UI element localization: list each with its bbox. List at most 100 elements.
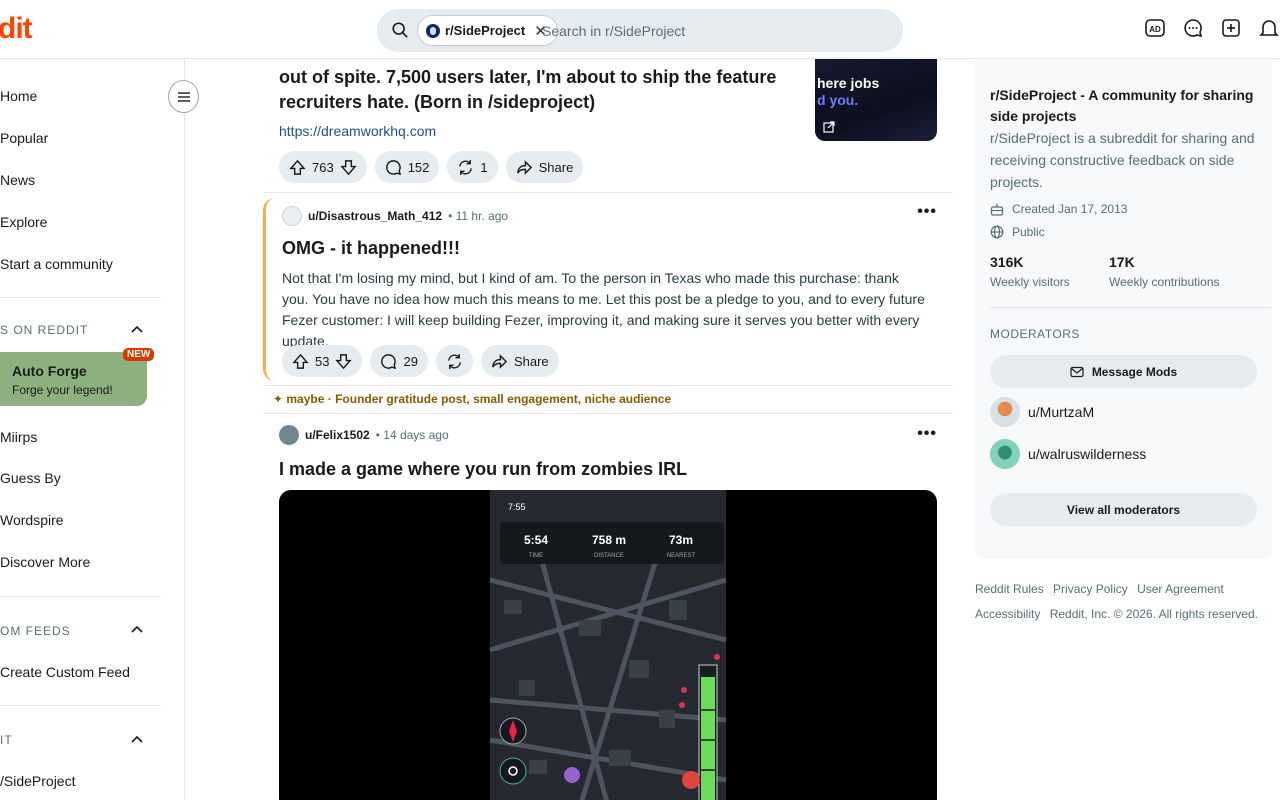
view-all-moderators-button[interactable]: View all moderators (990, 493, 1257, 526)
footer-link-privacy[interactable]: Privacy Policy (1053, 582, 1128, 596)
post-title[interactable]: out of spite. 7,500 users later, I'm abo… (279, 65, 809, 115)
downvote-icon[interactable] (340, 159, 357, 176)
created-date: Created Jan 17, 2013 (1012, 202, 1128, 216)
footer-link-accessibility[interactable]: Accessibility (975, 607, 1040, 621)
post-title[interactable]: OMG - it happened!!! (282, 238, 460, 259)
upvote-icon[interactable] (289, 159, 306, 176)
sidebar-divider (0, 705, 161, 706)
post-video[interactable]: 7:55 5:54 TIME 758 m DISTANCE 73m NEARES… (279, 490, 937, 800)
cake-icon (990, 203, 1004, 216)
avatar[interactable] (282, 206, 302, 226)
share-button[interactable]: Share (505, 151, 584, 183)
post-link[interactable]: https://dreamworkhq.com (279, 123, 436, 139)
downvote-icon[interactable] (335, 353, 353, 370)
view-all-label: View all moderators (1066, 502, 1181, 517)
vote-control: 763 (279, 151, 367, 183)
weekly-contributions-count: 17K (1109, 254, 1135, 270)
search-input[interactable] (542, 9, 882, 52)
sidebar-collapse-button[interactable] (168, 80, 199, 113)
card-divider (990, 307, 1272, 308)
share-button[interactable]: Share (480, 345, 559, 377)
moderator-name: u/walruswilderness (1028, 446, 1147, 462)
upvote-icon[interactable] (292, 353, 309, 370)
post-card-highlighted[interactable]: u/Disastrous_Math_412 • 11 hr. ago ••• O… (263, 198, 953, 381)
svg-text:AD: AD (1149, 25, 1161, 34)
subreddit-filter-chip[interactable]: r/SideProject ✕ (417, 15, 558, 46)
vote-control: 53 (282, 345, 363, 377)
thumbnail-text: here jobs d you. (817, 75, 880, 108)
sidebar-item-discover-more[interactable]: Discover More (0, 554, 90, 570)
top-bar: dit r/SideProject ✕ AD (0, 0, 1280, 59)
community-title: r/SideProject - A community for sharing … (990, 87, 1254, 124)
chevron-up-icon[interactable] (131, 625, 143, 633)
sidebar-item-game[interactable]: Miirps (0, 429, 37, 445)
avatar[interactable] (279, 425, 299, 445)
advertise-icon[interactable]: AD (1144, 17, 1166, 39)
footer-link-rules[interactable]: Reddit Rules (975, 582, 1044, 596)
community-description: r/SideProject is a subreddit for sharing… (990, 130, 1255, 190)
sidebar-item-start-community[interactable]: Start a community (0, 256, 113, 272)
create-post-icon[interactable] (1220, 17, 1242, 39)
moderator-item[interactable]: u/walruswilderness (990, 439, 1146, 469)
community-card: r/SideProject - A community for sharing … (975, 59, 1272, 559)
weekly-visitors-label: Weekly visitors (990, 275, 1070, 289)
reddit-logo[interactable]: dit (0, 12, 33, 46)
weekly-contributions-label: Weekly contributions (1109, 275, 1220, 289)
bell-icon[interactable] (1258, 17, 1280, 39)
sidebar-item-game[interactable]: Guess By (0, 470, 61, 486)
hud-nearest-value: 73m (669, 533, 693, 547)
comment-count: 29 (403, 353, 418, 369)
sidebar-item-create-feed[interactable]: Create Custom Feed (0, 664, 130, 680)
search-icon (392, 22, 408, 38)
sidebar-item-popular[interactable]: Popular (0, 130, 48, 146)
weekly-visitors-count: 316K (990, 254, 1024, 270)
sidebar-divider (0, 297, 161, 298)
post-title[interactable]: I made a game where you run from zombies… (279, 459, 687, 480)
comments-button[interactable]: 29 (370, 345, 428, 377)
post-divider (263, 385, 953, 386)
created-row: Created Jan 17, 2013 (990, 202, 1127, 216)
share-label: Share (513, 353, 549, 369)
sidebar-item-recent-sideproject[interactable]: /SideProject (0, 773, 75, 789)
message-mods-label: Message Mods (1091, 364, 1178, 379)
main-feed: out of spite. 7,500 users later, I'm abo… (263, 59, 953, 800)
post-author[interactable]: u/Felix1502 (305, 428, 370, 442)
share-icon (492, 353, 508, 369)
status-time: 7:55 (508, 502, 526, 512)
post-meta: u/Felix1502 • 14 days ago (279, 425, 449, 445)
post-time: • 14 days ago (375, 428, 449, 442)
crosspost-button[interactable]: 1 (447, 151, 498, 183)
video-frame: 7:55 5:54 TIME 758 m DISTANCE 73m NEARES… (489, 490, 727, 800)
hud-time-value: 5:54 (524, 533, 548, 547)
moderator-item[interactable]: u/MurtzaM (990, 397, 1094, 427)
avatar (990, 397, 1020, 427)
sidebar-item-home[interactable]: Home (0, 88, 37, 104)
post-thumbnail[interactable]: here jobs d you. (815, 59, 937, 141)
share-label: Share (538, 159, 574, 175)
crosspost-button[interactable] (435, 345, 473, 377)
chevron-up-icon[interactable] (131, 735, 143, 743)
post-author[interactable]: u/Disastrous_Math_412 (308, 209, 442, 223)
external-link-icon (823, 121, 835, 133)
sidebar-item-news[interactable]: News (0, 172, 35, 188)
hud-time-label: TIME (529, 553, 543, 559)
section-feeds-heading[interactable]: OM FEEDS (0, 624, 71, 638)
sidebar-item-explore[interactable]: Explore (0, 214, 47, 230)
post-actions: 53 29 Share (282, 345, 559, 377)
footer-link-agreement[interactable]: User Agreement (1137, 582, 1224, 596)
section-recent-heading[interactable]: IT (0, 733, 13, 747)
section-games-heading[interactable]: S ON REDDIT (0, 323, 88, 337)
comment-count: 152 (407, 159, 430, 175)
globe-icon (990, 225, 1004, 239)
more-options-icon[interactable]: ••• (917, 203, 937, 221)
moderator-name: u/MurtzaM (1028, 404, 1095, 420)
search-bar[interactable]: r/SideProject ✕ (377, 9, 903, 52)
sidebar-item-game[interactable]: Wordspire (0, 512, 64, 528)
hud-distance-value: 758 m (592, 533, 626, 547)
message-mods-button[interactable]: Message Mods (990, 355, 1257, 388)
footer-copyright: Reddit, Inc. © 2026. All rights reserved… (1049, 607, 1258, 621)
chevron-up-icon[interactable] (131, 325, 143, 333)
chat-icon[interactable] (1182, 17, 1204, 39)
comments-button[interactable]: 152 (374, 151, 440, 183)
more-options-icon[interactable]: ••• (917, 425, 937, 443)
